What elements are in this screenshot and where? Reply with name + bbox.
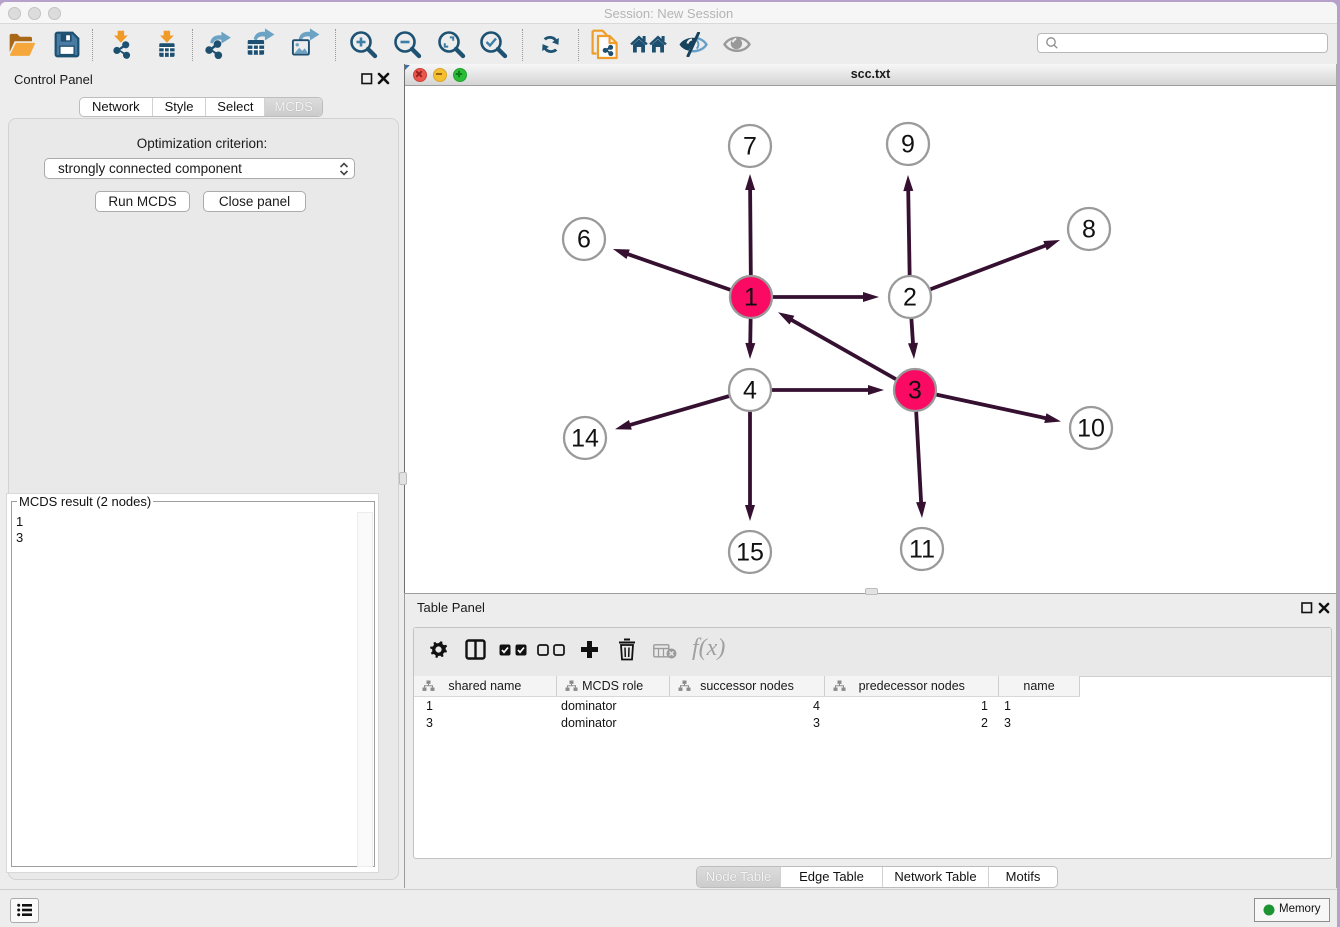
svg-text:3: 3 [908, 377, 922, 405]
svg-text:2: 2 [903, 284, 917, 312]
svg-text:10: 10 [1077, 415, 1105, 443]
svg-text:6: 6 [577, 226, 591, 254]
svg-text:7: 7 [743, 133, 757, 161]
svg-text:15: 15 [736, 539, 764, 567]
svg-text:4: 4 [743, 377, 757, 405]
svg-text:9: 9 [901, 131, 915, 159]
svg-text:11: 11 [909, 536, 935, 564]
svg-text:14: 14 [571, 425, 599, 453]
svg-text:8: 8 [1082, 216, 1096, 244]
svg-text:1: 1 [744, 284, 758, 312]
